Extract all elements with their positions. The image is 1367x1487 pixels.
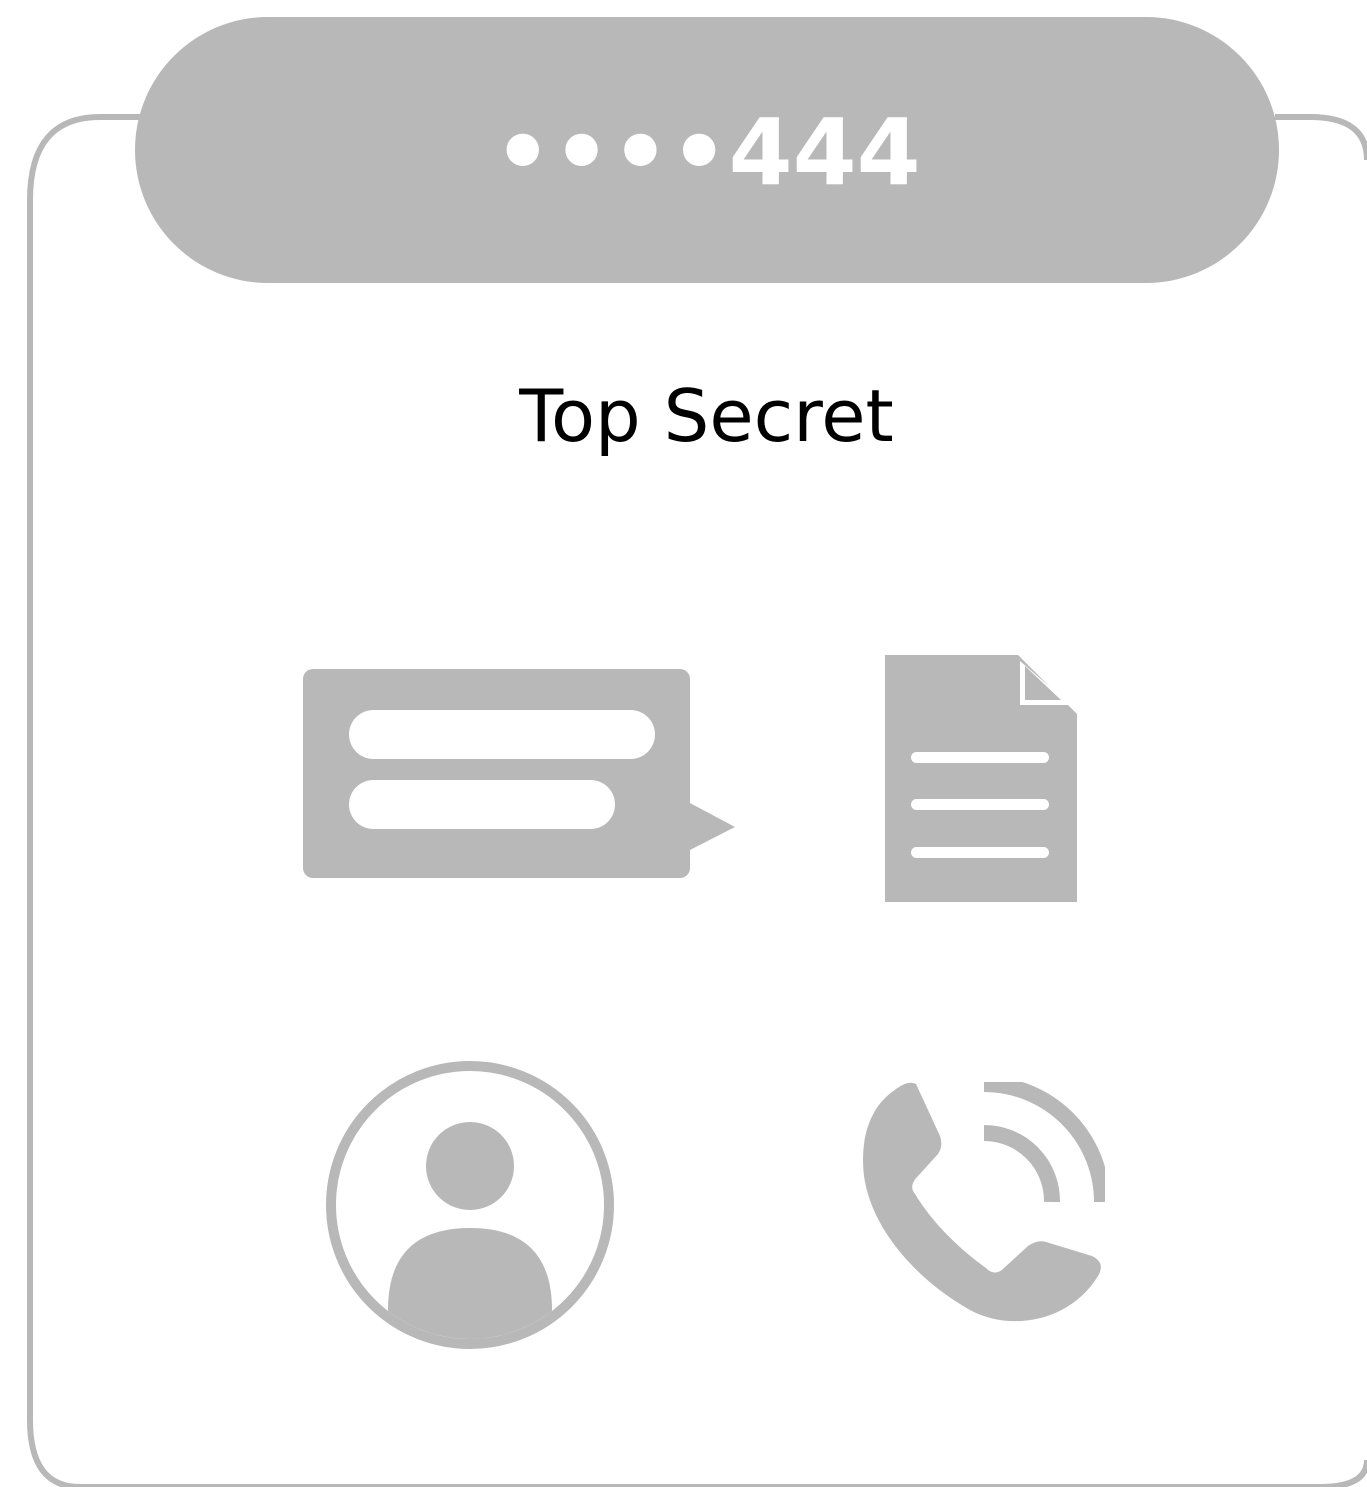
contact-card: ••••444 Top Secret: [0, 0, 1367, 1487]
contact-icon[interactable]: [325, 1060, 615, 1350]
masked-number: ••••444: [493, 99, 921, 206]
card-title: Top Secret: [519, 374, 894, 458]
document-icon[interactable]: [885, 655, 1078, 903]
message-icon[interactable]: [303, 669, 737, 879]
phone-call-icon[interactable]: [860, 1082, 1105, 1327]
number-header: ••••444: [135, 17, 1279, 283]
